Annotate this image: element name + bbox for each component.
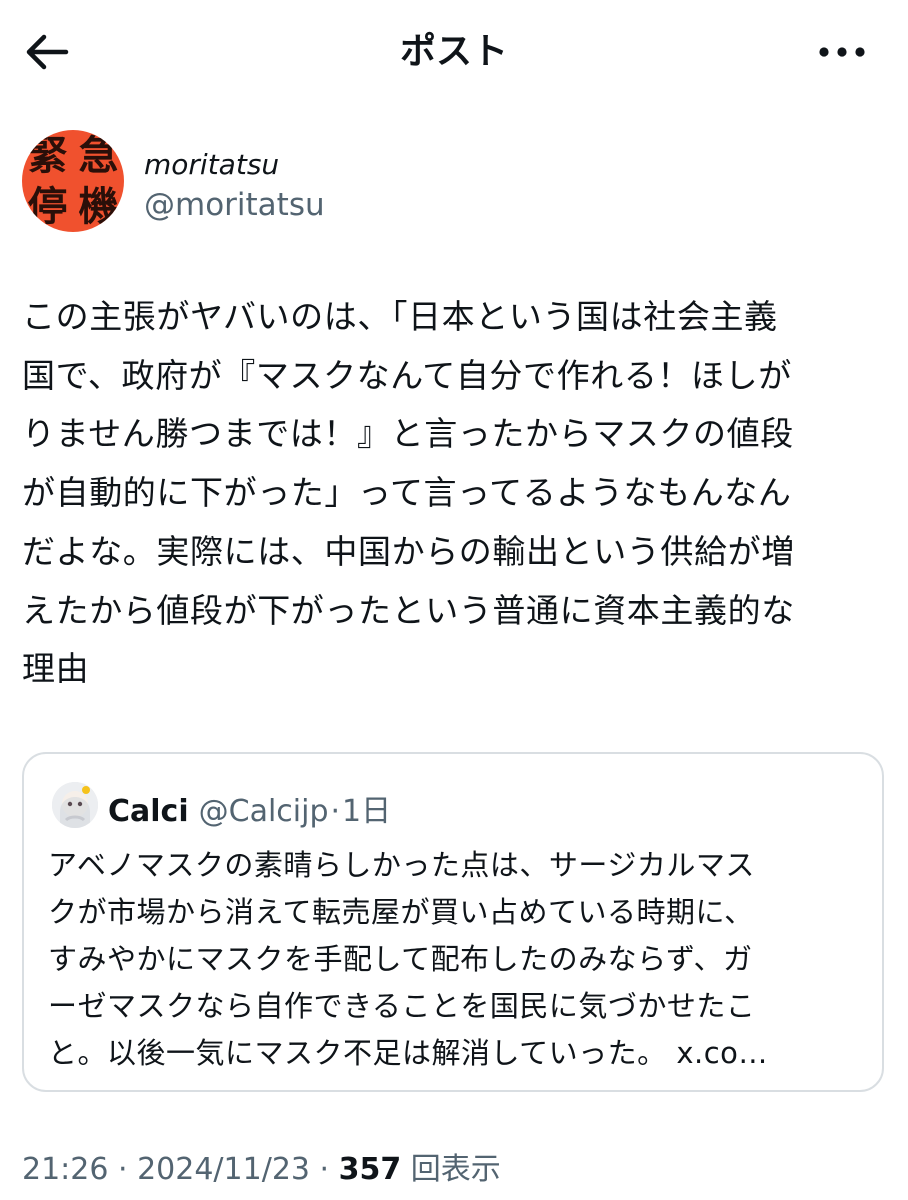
author-avatar[interactable]: 緊 急 停 機 xyxy=(22,130,124,232)
separator-dot: · xyxy=(108,1152,138,1187)
post-detail-page: ポスト 緊 急 停 機 moritatsu @moritatsu この主張がヤバ… xyxy=(0,0,908,1200)
quoted-author-name: Calci xyxy=(108,794,189,829)
post-text: この主張がヤバいのは、「日本という国は社会主義 国で、政府が『マスクなんて自分で… xyxy=(22,297,795,689)
avatar-image: 緊 急 停 機 xyxy=(27,131,119,230)
post-time: 21:26 xyxy=(22,1152,109,1187)
more-horizontal-icon xyxy=(819,47,865,57)
top-bar: ポスト xyxy=(0,0,908,104)
view-count-label: 回表示 xyxy=(401,1152,501,1187)
avatar-illustration xyxy=(52,782,98,828)
separator-dot: · xyxy=(330,794,341,829)
author-handle[interactable]: @moritatsu xyxy=(144,186,325,224)
quoted-post-card[interactable]: Calci @Calcijp·1日 アベノマスクの素晴らしかった点は、サージカルマ… xyxy=(22,752,884,1092)
post-meta: 21:26 · 2024/11/23 · 357 回表示 xyxy=(22,1148,501,1192)
separator-dot: · xyxy=(310,1152,339,1187)
quoted-post-time: 1日 xyxy=(342,794,392,829)
quoted-author-handle: @Calcijp xyxy=(198,794,329,829)
post-date: 2024/11/23 xyxy=(137,1152,310,1187)
more-options-button[interactable] xyxy=(816,34,868,70)
author-display-name[interactable]: moritatsu xyxy=(144,148,279,182)
page-title: ポスト xyxy=(399,31,508,72)
view-count[interactable]: 357 xyxy=(339,1152,402,1187)
quoted-post-text: アベノマスクの素晴らしかった点は、サージカルマス クが市場から消えて転売屋が買い… xyxy=(48,848,768,1070)
quoted-post-header: Calci @Calcijp·1日 xyxy=(108,786,392,829)
quoted-author-avatar xyxy=(52,782,98,828)
